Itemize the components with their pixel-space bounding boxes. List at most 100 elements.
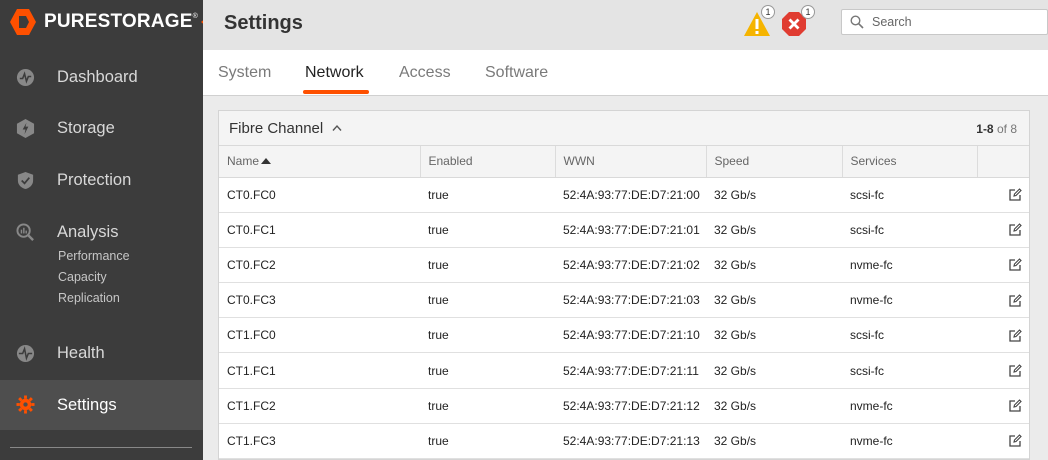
search-box[interactable] xyxy=(841,9,1048,35)
edit-icon[interactable] xyxy=(1008,328,1022,343)
sidebar-item-label: Analysis xyxy=(57,222,119,241)
tab-system[interactable]: System xyxy=(218,64,271,82)
cell-actions xyxy=(977,282,1029,319)
cell-enabled: true xyxy=(420,282,555,319)
analysis-icon xyxy=(16,223,34,241)
sidebar-item-label: Dashboard xyxy=(57,67,138,86)
pagination-info: 1-8 of 8 xyxy=(976,122,1017,136)
table-row[interactable]: CT1.FC2 true 52:4A:93:77:DE:D7:21:12 32 Gb/… xyxy=(219,388,1029,424)
column-header-wwn[interactable]: WWN xyxy=(555,146,707,178)
edit-icon[interactable] xyxy=(1008,293,1022,308)
column-header-enabled[interactable]: Enabled xyxy=(420,146,556,178)
cell-services: nvme-fc xyxy=(842,423,977,460)
sidebar-item-analysis[interactable]: Analysis xyxy=(0,212,203,252)
cell-speed: 32 Gb/s xyxy=(706,423,842,460)
cell-speed: 32 Gb/s xyxy=(706,317,842,354)
cell-speed: 32 Gb/s xyxy=(706,212,842,248)
cell-wwn: 52:4A:93:77:DE:D7:21:11 xyxy=(555,352,706,389)
cell-name: CT1.FC0 xyxy=(219,317,420,354)
cell-actions xyxy=(977,388,1029,424)
sidebar-item-label: Health xyxy=(57,343,105,362)
cell-speed: 32 Gb/s xyxy=(706,352,842,389)
cell-services: scsi-fc xyxy=(842,212,977,248)
error-alerts-button[interactable]: 1 xyxy=(781,5,815,37)
cell-speed: 32 Gb/s xyxy=(706,177,842,213)
table-row[interactable]: CT0.FC1 true 52:4A:93:77:DE:D7:21:01 32 Gb/… xyxy=(219,212,1029,248)
cell-services: scsi-fc xyxy=(842,352,977,389)
cell-enabled: true xyxy=(420,317,555,354)
table-row[interactable]: CT0.FC0 true 52:4A:93:77:DE:D7:21:00 32 Gb/… xyxy=(219,177,1029,213)
column-label: Name xyxy=(227,154,260,169)
cell-actions xyxy=(977,177,1029,213)
edit-icon[interactable] xyxy=(1008,258,1022,272)
search-input[interactable] xyxy=(872,15,1042,29)
active-tab-indicator xyxy=(303,90,369,94)
cell-speed: 32 Gb/s xyxy=(706,282,842,319)
sidebar-subitem-capacity[interactable]: Capacity xyxy=(58,270,107,284)
table-row[interactable]: CT1.FC1 true 52:4A:93:77:DE:D7:21:11 32 Gb/… xyxy=(219,352,1029,389)
sidebar-item-protection[interactable]: Protection xyxy=(0,160,203,200)
chevron-up-icon[interactable] xyxy=(332,124,342,132)
cell-name: CT0.FC2 xyxy=(219,247,420,284)
cell-speed: 32 Gb/s xyxy=(706,247,842,284)
cell-wwn: 52:4A:93:77:DE:D7:21:02 xyxy=(555,247,706,284)
panel-header: Fibre Channel 1-8 of 8 xyxy=(219,111,1029,146)
column-header-actions xyxy=(977,146,1029,178)
cell-actions xyxy=(977,352,1029,389)
cell-services: scsi-fc xyxy=(842,177,977,213)
sidebar-item-dashboard[interactable]: Dashboard xyxy=(0,57,203,97)
table-row[interactable]: CT1.FC0 true 52:4A:93:77:DE:D7:21:10 32 Gb/… xyxy=(219,317,1029,354)
cell-services: nvme-fc xyxy=(842,247,977,284)
brand-name: PURESTORAGE® xyxy=(44,11,198,32)
sidebar-item-settings[interactable]: Settings xyxy=(0,380,203,430)
header: Settings 1 1 xyxy=(203,0,1048,50)
cell-enabled: true xyxy=(420,177,555,213)
column-header-speed[interactable]: Speed xyxy=(706,146,843,178)
cell-actions xyxy=(977,423,1029,460)
table-header-row: Name Enabled WWN Speed Services xyxy=(219,146,1029,178)
cell-enabled: true xyxy=(420,388,555,424)
pure-storage-logo-icon xyxy=(10,9,36,35)
cell-enabled: true xyxy=(420,212,555,248)
edit-icon[interactable] xyxy=(1008,434,1022,448)
warning-count-badge: 1 xyxy=(761,5,775,19)
cell-wwn: 52:4A:93:77:DE:D7:21:01 xyxy=(555,212,706,248)
cell-speed: 32 Gb/s xyxy=(706,388,842,424)
cell-wwn: 52:4A:93:77:DE:D7:21:13 xyxy=(555,423,706,460)
error-count-badge: 1 xyxy=(801,5,815,19)
column-header-services[interactable]: Services xyxy=(842,146,978,178)
warning-alerts-button[interactable]: 1 xyxy=(743,5,775,37)
tab-network[interactable]: Network xyxy=(305,64,364,82)
cell-wwn: 52:4A:93:77:DE:D7:21:03 xyxy=(555,282,706,319)
sidebar-subitem-replication[interactable]: Replication xyxy=(58,291,120,305)
table-row[interactable]: CT1.FC3 true 52:4A:93:77:DE:D7:21:13 32 Gb/… xyxy=(219,423,1029,460)
cell-enabled: true xyxy=(420,247,555,284)
tab-access[interactable]: Access xyxy=(399,64,451,82)
table-row[interactable]: CT0.FC3 true 52:4A:93:77:DE:D7:21:03 32 Gb/… xyxy=(219,282,1029,319)
edit-icon[interactable] xyxy=(1008,188,1022,202)
sidebar-item-label: Settings xyxy=(57,395,117,414)
fibre-channel-panel: Fibre Channel 1-8 of 8 Name Enabled WWN … xyxy=(218,110,1030,460)
tab-software[interactable]: Software xyxy=(485,64,548,82)
edit-icon[interactable] xyxy=(1008,399,1022,413)
cell-actions xyxy=(977,212,1029,248)
column-header-name[interactable]: Name xyxy=(219,146,421,178)
cell-services: nvme-fc xyxy=(842,282,977,319)
dashboard-icon xyxy=(16,68,35,87)
fibre-channel-table: Name Enabled WWN Speed Services CT0.FC0 t… xyxy=(219,146,1029,460)
sidebar-item-storage[interactable]: Storage xyxy=(0,108,203,148)
settings-tabs: System Network Access Software xyxy=(203,50,1048,96)
storage-icon xyxy=(16,119,35,138)
brand-logo[interactable]: PURESTORAGE® xyxy=(8,4,206,40)
cell-wwn: 52:4A:93:77:DE:D7:21:00 xyxy=(555,177,706,213)
cell-services: scsi-fc xyxy=(842,317,977,354)
sidebar-subitem-performance[interactable]: Performance xyxy=(58,249,130,263)
edit-icon[interactable] xyxy=(1008,223,1022,237)
cell-name: CT1.FC2 xyxy=(219,388,420,424)
sidebar-item-health[interactable]: Health xyxy=(0,333,203,373)
sidebar-item-label: Storage xyxy=(57,118,115,137)
edit-icon[interactable] xyxy=(1008,364,1022,378)
panel-title: Fibre Channel xyxy=(229,120,324,137)
cell-services: nvme-fc xyxy=(842,388,977,424)
table-row[interactable]: CT0.FC2 true 52:4A:93:77:DE:D7:21:02 32 Gb/… xyxy=(219,247,1029,284)
